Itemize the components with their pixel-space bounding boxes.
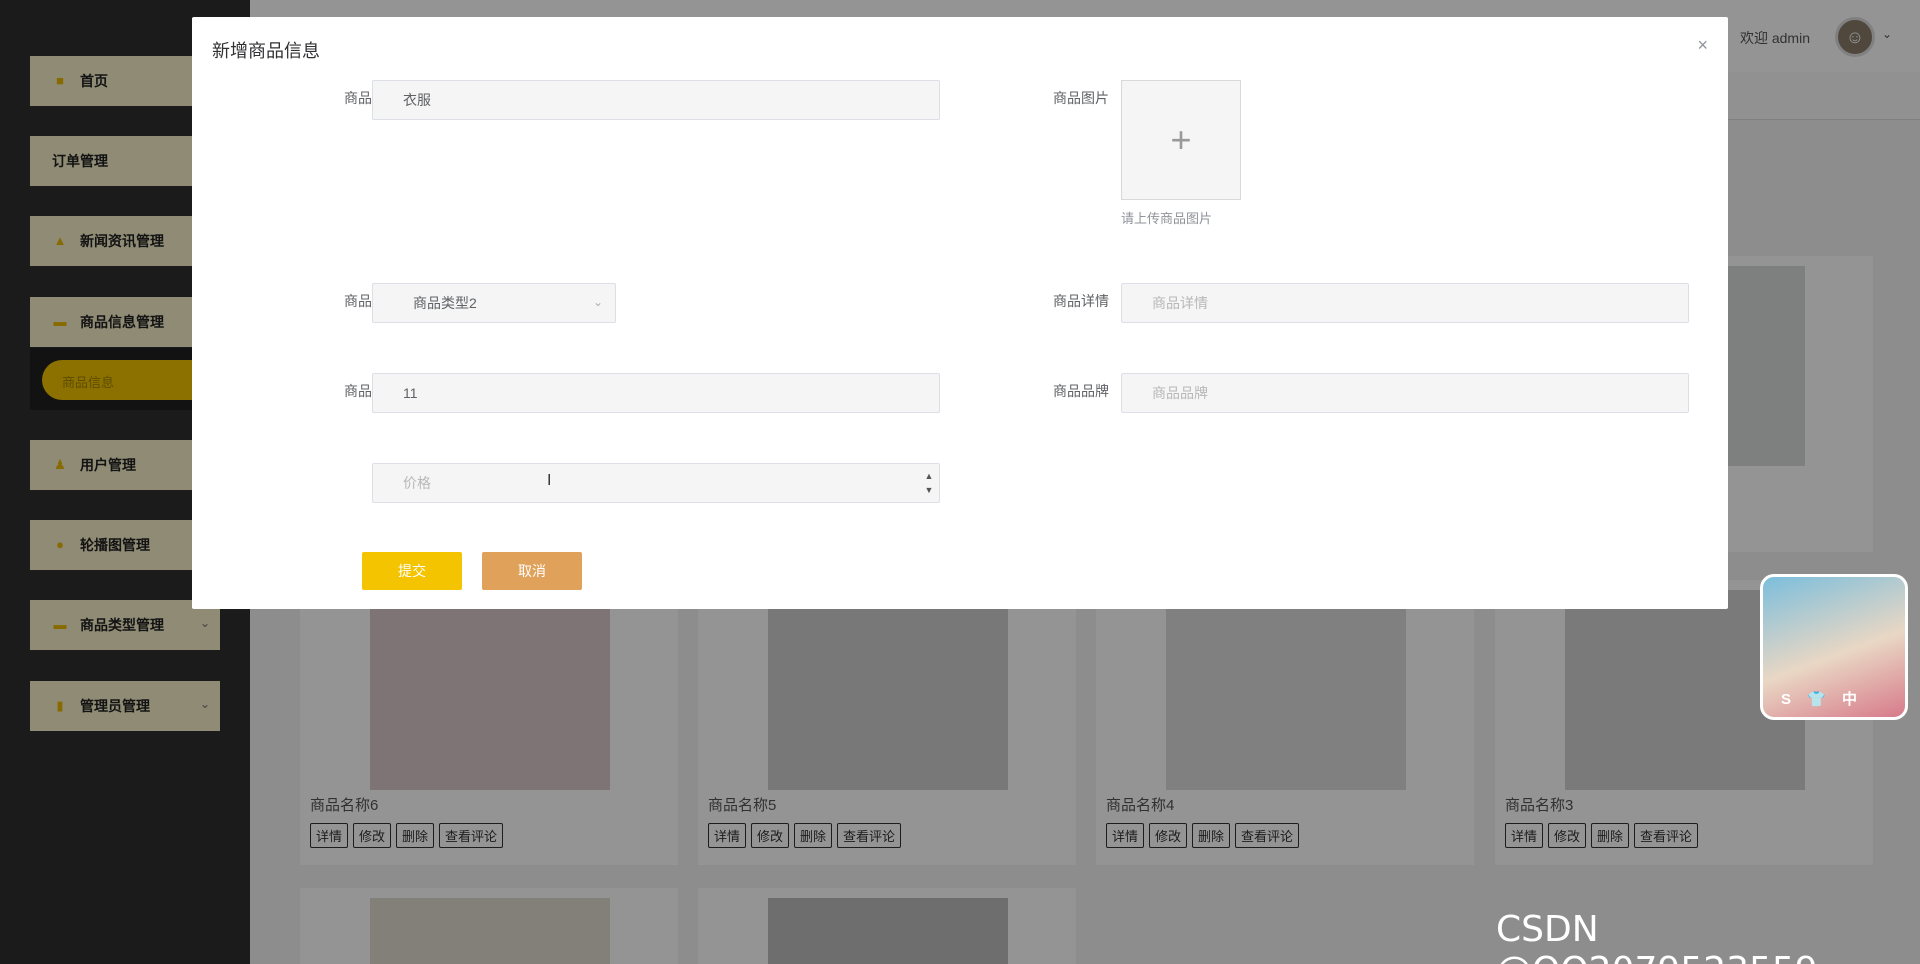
spin-up-icon[interactable]: ▲ <box>923 471 935 481</box>
price-input[interactable]: 价格 ▲ ▼ <box>372 463 940 503</box>
type-select[interactable]: 商品类型2 ⌄ <box>372 283 616 323</box>
chevron-down-icon: ⌄ <box>592 295 603 309</box>
watermark: CSDN @QQ2079523559 <box>1496 909 1818 964</box>
spin-down-icon[interactable]: ▼ <box>923 485 935 495</box>
text-cursor-icon: I <box>547 472 552 489</box>
price-placeholder: 价格 <box>403 475 431 491</box>
brand-label: 商品品牌 <box>1053 383 1109 399</box>
brand-input[interactable]: 商品品牌 <box>1121 373 1689 413</box>
widget-text: S 👕 中 <box>1781 691 1864 708</box>
submit-button[interactable]: 提交 <box>362 552 462 590</box>
detail-label: 商品详情 <box>1053 293 1109 309</box>
add-product-dialog: 新增商品信息 × 商品名称 衣服 商品图片 + 请上传商品图片 商品类型 商品类… <box>192 17 1728 609</box>
upload-hint: 请上传商品图片 <box>1121 211 1213 226</box>
plus-icon: + <box>1170 119 1192 160</box>
cancel-button[interactable]: 取消 <box>482 552 582 590</box>
spec-input[interactable]: 11 <box>372 373 940 413</box>
floating-ad-widget[interactable]: S 👕 中 <box>1760 574 1908 720</box>
close-icon[interactable]: × <box>1697 35 1708 56</box>
name-input[interactable]: 衣服 <box>372 80 940 120</box>
detail-input[interactable]: 商品详情 <box>1121 283 1689 323</box>
image-label: 商品图片 <box>1053 90 1109 106</box>
type-select-value: 商品类型2 <box>413 295 477 311</box>
dialog-title: 新增商品信息 <box>212 41 320 61</box>
image-upload[interactable]: + <box>1121 80 1241 200</box>
